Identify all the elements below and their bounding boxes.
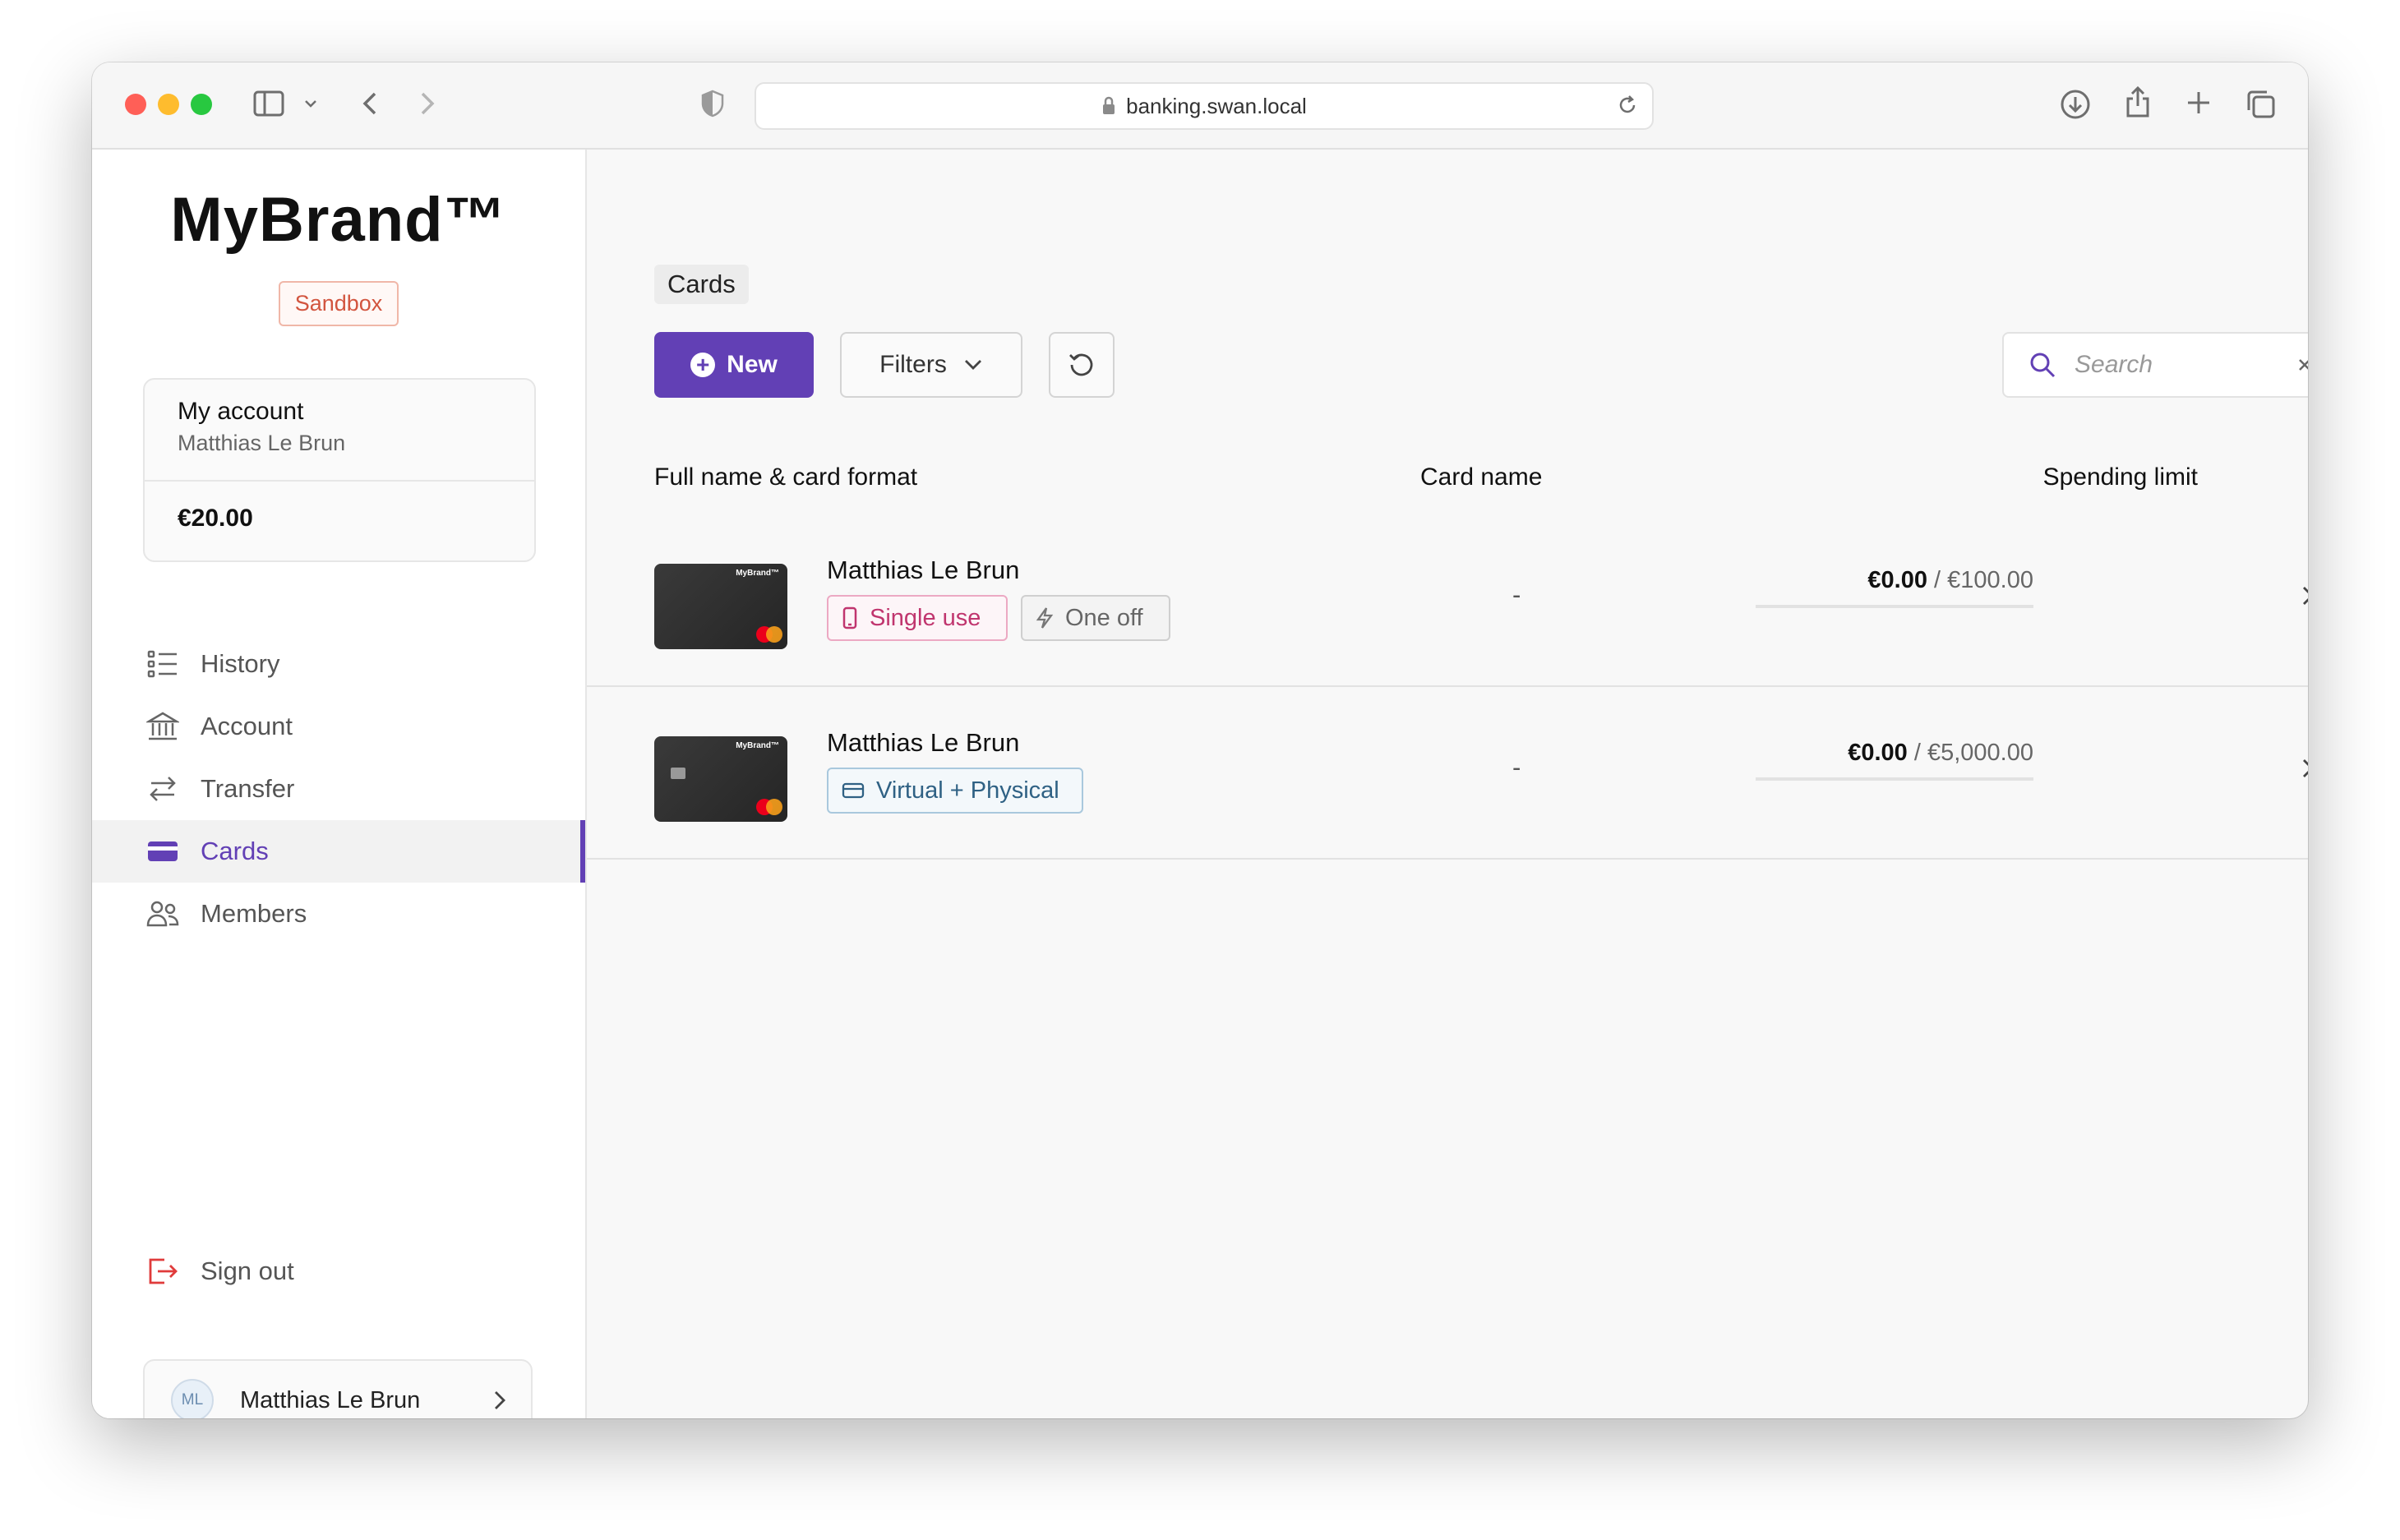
table-row[interactable]: MyBrand™ Matthias Le Brun Single use One… <box>587 514 2308 687</box>
privacy-shield-icon[interactable] <box>700 89 725 122</box>
plus-icon: + <box>690 353 716 377</box>
account-card[interactable]: My account Matthias Le Brun €20.00 <box>143 378 536 562</box>
sign-out-button[interactable]: Sign out <box>92 1243 585 1300</box>
card-outline-icon <box>842 782 865 800</box>
limit-amount: €100.00 <box>1947 567 2033 593</box>
env-badge-wrap: Sandbox <box>92 281 585 326</box>
account-header: My account Matthias Le Brun <box>145 380 534 482</box>
back-icon[interactable] <box>360 89 380 122</box>
address-bar[interactable]: banking.swan.local <box>755 82 1654 130</box>
filters-button[interactable]: Filters <box>840 332 1022 398</box>
chevron-right-icon[interactable] <box>2301 758 2308 779</box>
tag-label: Single use <box>870 604 981 631</box>
column-header-spending-limit: Spending limit <box>2042 463 2198 491</box>
user-name: Matthias Le Brun <box>240 1386 421 1413</box>
transfer-arrows-icon <box>146 772 179 805</box>
url-text: banking.swan.local <box>1126 93 1307 118</box>
sidebar-item-transfer[interactable]: Transfer <box>92 758 585 820</box>
clear-search-icon[interactable] <box>2296 357 2308 373</box>
mastercard-logo-icon <box>766 626 782 643</box>
new-card-button[interactable]: + New <box>654 332 814 398</box>
chevron-right-icon[interactable] <box>2301 585 2308 606</box>
card-thumbnail: MyBrand™ <box>654 564 787 649</box>
sidebar-item-label: History <box>201 649 280 678</box>
new-button-label: New <box>727 351 778 378</box>
chevron-right-icon <box>493 1390 506 1411</box>
mastercard-logo-icon <box>766 799 782 815</box>
virtual-physical-tag: Virtual + Physical <box>827 768 1083 814</box>
chevron-down-icon[interactable] <box>304 99 317 113</box>
limit-separator: / <box>1913 740 1921 766</box>
sidebar-item-label: Transfer <box>201 774 295 803</box>
page-title: Cards <box>654 265 749 304</box>
sidebar-nav: History Account Transfer Cards Members <box>92 633 585 945</box>
refresh-icon <box>1068 351 1096 379</box>
card-brand-label: MyBrand™ <box>736 569 779 578</box>
search-icon <box>2028 351 2056 379</box>
browser-window: banking.swan.local MyBrand™ Sandbox My a… <box>92 62 2308 1418</box>
limit-separator: / <box>1934 567 1941 593</box>
spent-amount: €0.00 <box>1867 567 1927 593</box>
card-name-value: - <box>1512 753 1521 782</box>
sign-out-label: Sign out <box>201 1256 294 1285</box>
card-brand-label: MyBrand™ <box>736 741 779 750</box>
tag-label: One off <box>1065 604 1143 631</box>
history-list-icon <box>146 648 179 680</box>
avatar: ML <box>171 1379 214 1418</box>
share-icon[interactable] <box>2124 85 2152 122</box>
tag-label: Virtual + Physical <box>876 777 1059 804</box>
spending-limit: €0.00 / €5,000.00 <box>1756 740 2033 781</box>
sandbox-badge: Sandbox <box>278 281 399 326</box>
close-window-button[interactable] <box>125 94 146 115</box>
zoom-window-button[interactable] <box>191 94 212 115</box>
browser-toolbar: banking.swan.local <box>92 62 2308 150</box>
column-header-card-name: Card name <box>1420 463 1543 491</box>
search-field[interactable] <box>2002 332 2308 398</box>
card-holder-name: Matthias Le Brun <box>827 556 1020 584</box>
minimize-window-button[interactable] <box>158 94 179 115</box>
phone-icon <box>842 606 858 629</box>
single-use-tag: Single use <box>827 595 1008 641</box>
sidebar-item-cards[interactable]: Cards <box>92 820 585 883</box>
card-icon <box>146 835 179 868</box>
card-name-value: - <box>1512 580 1521 609</box>
sign-out-icon <box>146 1255 179 1288</box>
sidebar: MyBrand™ Sandbox My account Matthias Le … <box>92 150 587 1418</box>
new-tab-icon[interactable] <box>2185 89 2213 121</box>
forward-icon[interactable] <box>418 89 437 122</box>
tab-overview-icon[interactable] <box>2245 89 2277 124</box>
downloads-icon[interactable] <box>2060 89 2091 124</box>
card-holder-name: Matthias Le Brun <box>827 728 1020 757</box>
filters-button-label: Filters <box>879 351 947 378</box>
card-chip-icon <box>671 768 685 779</box>
column-header-name-format: Full name & card format <box>654 463 918 491</box>
reload-icon[interactable] <box>1616 94 1639 122</box>
spending-limit: €0.00 / €100.00 <box>1756 567 2033 608</box>
account-title: My account <box>178 398 304 425</box>
lock-icon <box>1101 96 1116 116</box>
main-content: Cards + New Filters Full name & ca <box>587 150 2308 1418</box>
lightning-icon <box>1036 606 1054 629</box>
sidebar-item-label: Members <box>201 899 307 928</box>
card-thumbnail: MyBrand™ <box>654 736 787 822</box>
sidebar-item-label: Cards <box>201 837 269 865</box>
user-menu[interactable]: ML Matthias Le Brun <box>143 1359 533 1418</box>
sidebar-item-account[interactable]: Account <box>92 695 585 758</box>
account-holder: Matthias Le Brun <box>178 431 346 455</box>
limit-amount: €5,000.00 <box>1927 740 2033 766</box>
one-off-tag: One off <box>1021 595 1170 641</box>
sidebar-toggle-icon[interactable] <box>253 89 286 122</box>
refresh-button[interactable] <box>1049 332 1115 398</box>
account-balance: €20.00 <box>178 505 253 532</box>
table-row[interactable]: MyBrand™ Matthias Le Brun Virtual + Phys… <box>587 687 2308 860</box>
bank-icon <box>146 710 179 743</box>
search-input[interactable] <box>2073 350 2273 380</box>
sidebar-item-members[interactable]: Members <box>92 883 585 945</box>
members-icon <box>146 897 179 930</box>
spent-amount: €0.00 <box>1848 740 1908 766</box>
sidebar-item-label: Account <box>201 712 293 740</box>
chevron-down-icon <box>963 358 983 371</box>
sidebar-item-history[interactable]: History <box>92 633 585 695</box>
brand-logo: MyBrand™ <box>170 185 507 255</box>
